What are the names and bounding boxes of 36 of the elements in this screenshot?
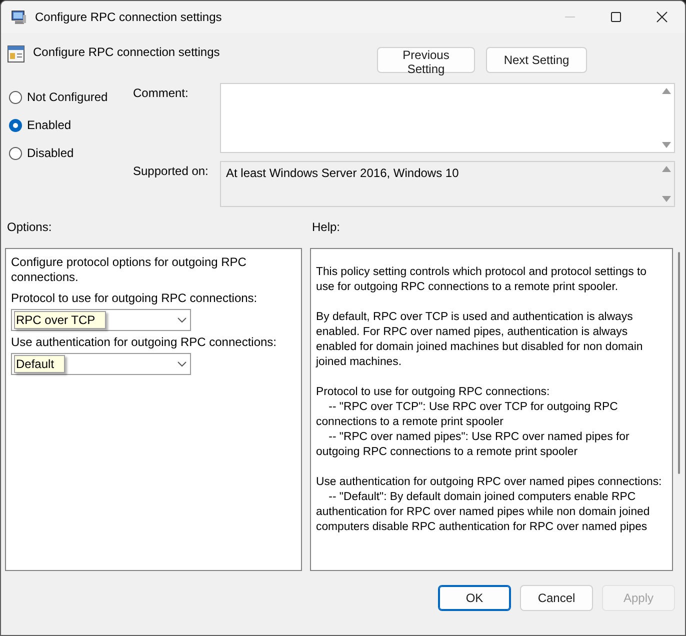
dropdown[interactable]: RPC over TCP: [11, 309, 191, 331]
settings-page-icon: [7, 45, 25, 63]
supported-on-label: Supported on:: [133, 163, 210, 180]
comment-field[interactable]: [220, 83, 675, 153]
next-setting-button[interactable]: Next Setting: [486, 47, 587, 73]
field-label: Use authentication for outgoing RPC connections:: [11, 335, 278, 349]
chevron-down-icon: [177, 361, 187, 367]
help-paragraph: Protocol to use for outgoing RPC connections: -- "RPC over TCP": Use RPC over TCP for outgoing RPC connections to a remote print spooler -- "RPC over named pipes": Use RPC over named pipes for outgoing RPC connections to a remote print spooler: [316, 385, 630, 460]
options-description: Configure protocol options for outgoing RPC connections.: [11, 255, 248, 285]
radio-label[interactable]: Enabled: [27, 118, 72, 132]
chevron-down-icon: [177, 317, 187, 323]
scroll-down-icon: [662, 196, 671, 202]
dropdown[interactable]: Default: [11, 353, 191, 375]
previous-setting-button[interactable]: Previous Setting: [377, 47, 475, 73]
scroll-down-icon: [662, 142, 671, 148]
radio-button[interactable]: [9, 146, 22, 160]
radio-button[interactable]: [9, 90, 22, 104]
help-label: Help:: [312, 220, 342, 236]
supported-on-text: At least Windows Server 2016, Windows 10: [226, 166, 459, 180]
radio-button[interactable]: [9, 118, 22, 132]
field-label: Protocol to use for outgoing RPC connections:: [11, 291, 258, 305]
policy-name: Configure RPC connection settings: [33, 45, 220, 59]
cancel-button[interactable]: Cancel: [520, 585, 593, 611]
computer-icon: [11, 9, 27, 25]
help-paragraph: This policy setting controls which protocol and protocol settings to use for outgoing RPC connections to a remote print spooler.: [316, 265, 648, 295]
radio-label[interactable]: Disabled: [27, 146, 74, 160]
options-label: Options:: [7, 220, 53, 236]
help-paragraph: By default, RPC over TCP is used and authentication is always enabled. For RPC over named pipes, authentication is always enabled for domain joined machines but disabled for non domain joined machines.: [316, 310, 644, 370]
window-title: Configure RPC connection settings: [35, 10, 223, 24]
scroll-up-icon: [662, 166, 671, 172]
radio-label[interactable]: Not Configured: [27, 90, 108, 104]
scroll-up-icon: [662, 88, 671, 94]
scrollbar-thumb[interactable]: [678, 252, 680, 474]
comment-label: Comment:: [133, 85, 190, 102]
ok-button[interactable]: OK: [438, 585, 511, 611]
help-paragraph: Use authentication for outgoing RPC over named pipes connections: -- "Default": By default domain joined computers enable RPC authentication for RPC over named pipes while non domain joined computers disable RPC authentication for RPC over named pipes: [316, 475, 663, 535]
